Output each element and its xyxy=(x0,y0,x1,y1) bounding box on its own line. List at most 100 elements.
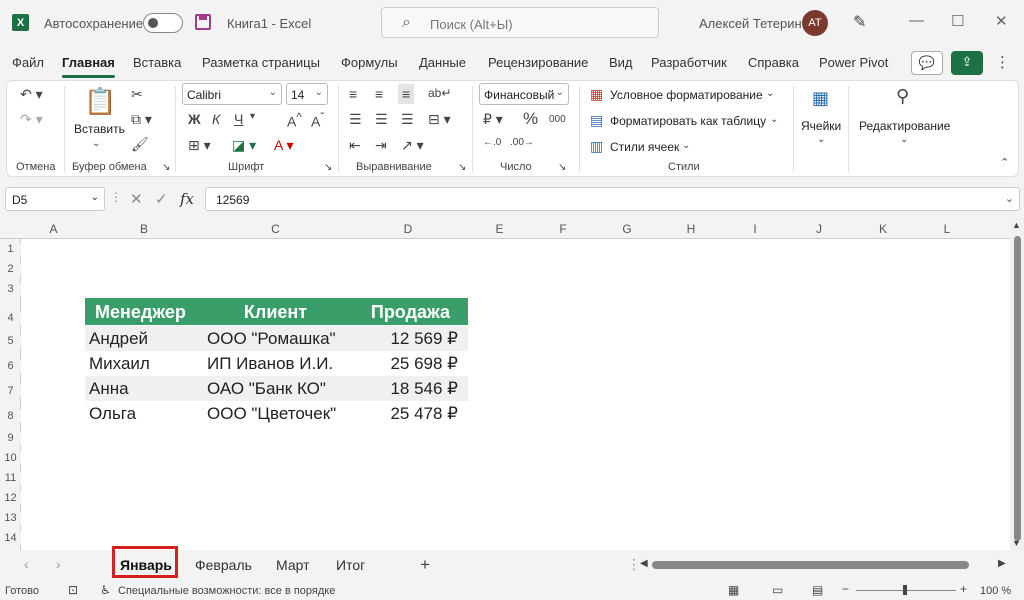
manager-cell[interactable]: Анна xyxy=(89,379,129,399)
column-header[interactable]: I xyxy=(723,222,787,236)
align-middle-icon[interactable]: ≡ xyxy=(375,86,383,102)
tab-data[interactable]: Данные xyxy=(419,55,466,70)
column-header[interactable]: J xyxy=(787,222,851,236)
scroll-down-icon[interactable]: ▼ xyxy=(1012,538,1021,548)
row-header[interactable]: 13 xyxy=(0,512,21,524)
percent-icon[interactable]: % xyxy=(523,109,538,129)
cells-button[interactable]: Ячейки xyxy=(801,119,841,133)
tab-page-layout[interactable]: Разметка страницы xyxy=(202,55,320,70)
column-header[interactable]: E xyxy=(468,222,531,236)
client-cell[interactable]: ИП Иванов И.И. xyxy=(207,354,333,374)
copy-icon[interactable]: ⧉ ▾ xyxy=(131,111,152,128)
table-header[interactable]: Менеджер xyxy=(85,298,203,325)
row-header[interactable]: 11 xyxy=(0,472,21,484)
paste-dropdown-icon[interactable]: ⌄ xyxy=(92,138,100,149)
paste-label[interactable]: Вставить xyxy=(74,122,125,136)
column-header[interactable]: L xyxy=(915,222,979,236)
row-header[interactable]: 8 xyxy=(0,410,21,422)
sale-cell[interactable]: 25 478 ₽ xyxy=(390,404,458,424)
prev-sheet-icon[interactable]: ‹ xyxy=(24,556,29,572)
column-header[interactable]: K xyxy=(851,222,915,236)
next-sheet-icon[interactable]: › xyxy=(56,556,61,572)
table-row[interactable]: Михаил ИП Иванов И.И. 25 698 ₽ xyxy=(85,351,468,376)
tab-home[interactable]: Главная xyxy=(62,55,115,78)
orientation-icon[interactable]: ↗ ▾ xyxy=(401,137,424,154)
fill-color-icon[interactable]: ◪ ▾ xyxy=(232,137,256,154)
zoom-slider-thumb[interactable] xyxy=(903,585,907,595)
accessibility-icon[interactable]: ♿ xyxy=(100,583,111,597)
italic-button[interactable]: К xyxy=(212,111,220,127)
search-box[interactable]: ⌕ Поиск (Alt+Ы) xyxy=(381,7,659,38)
paste-icon[interactable]: 📋 xyxy=(84,86,116,117)
enter-icon[interactable]: ✓ xyxy=(155,190,168,208)
tab-insert[interactable]: Вставка xyxy=(133,55,181,70)
cut-icon[interactable]: ✂ xyxy=(131,86,143,103)
undo-icon[interactable]: ↶ ▾ xyxy=(20,86,43,103)
increase-indent-icon[interactable]: ⇥ xyxy=(375,137,387,154)
font-name-select[interactable]: Calibri ⌄ xyxy=(182,83,282,105)
macro-record-icon[interactable]: ⊡ xyxy=(68,583,78,597)
increase-decimal-icon[interactable]: ←.0 xyxy=(483,137,501,148)
table-row[interactable]: Андрей ООО "Ромашка" 12 569 ₽ xyxy=(85,326,468,351)
borders-icon[interactable]: ⊞ ▾ xyxy=(188,137,211,154)
autosave-toggle[interactable] xyxy=(143,13,183,33)
row-header[interactable]: 12 xyxy=(0,492,21,504)
save-icon[interactable] xyxy=(195,14,211,30)
add-sheet-icon[interactable]: + xyxy=(420,555,430,575)
table-row[interactable]: Анна ОАО "Банк КО" 18 546 ₽ xyxy=(85,376,468,401)
minimize-icon[interactable]: — xyxy=(909,12,924,29)
align-right-icon[interactable]: ☰ xyxy=(401,111,414,128)
table-row[interactable]: Ольга ООО "Цветочек" 25 478 ₽ xyxy=(85,401,468,426)
tab-developer[interactable]: Разработчик xyxy=(651,55,727,70)
sheet-tab-total[interactable]: Итог xyxy=(336,557,365,573)
scroll-left-icon[interactable]: ◀ xyxy=(640,558,648,569)
align-top-icon[interactable]: ≡ xyxy=(349,86,357,102)
sale-cell[interactable]: 25 698 ₽ xyxy=(390,354,458,374)
comments-button[interactable]: 💬 xyxy=(911,51,943,75)
row-header[interactable]: 6 xyxy=(0,360,21,372)
accounting-icon[interactable]: ₽ ▾ xyxy=(483,111,503,128)
row-header[interactable]: 14 xyxy=(0,532,21,544)
format-painter-icon[interactable]: 🖌 xyxy=(131,136,149,153)
column-header[interactable]: G xyxy=(595,222,659,236)
column-header[interactable]: D xyxy=(348,222,468,236)
cancel-icon[interactable]: ✕ xyxy=(130,190,143,208)
sheet-tab-march[interactable]: Март xyxy=(276,557,310,573)
tab-formulas[interactable]: Формулы xyxy=(341,55,398,70)
accessibility-status[interactable]: Специальные возможности: все в порядке xyxy=(118,585,335,597)
column-header[interactable]: B xyxy=(85,222,203,236)
alignment-launcher-icon[interactable]: ↘ xyxy=(458,162,466,173)
row-header[interactable]: 4 xyxy=(0,312,21,324)
close-icon[interactable]: ✕ xyxy=(995,12,1008,30)
page-break-view-icon[interactable]: ▤ xyxy=(812,583,823,597)
thousands-separator-icon[interactable]: 000 xyxy=(549,114,566,125)
horizontal-scroll-thumb[interactable] xyxy=(652,561,969,569)
zoom-out-icon[interactable]: − xyxy=(842,582,849,596)
collapse-ribbon-icon[interactable]: ⌃ xyxy=(1000,156,1009,169)
client-cell[interactable]: ООО "Цветочек" xyxy=(207,404,336,424)
decrease-indent-icon[interactable]: ⇤ xyxy=(349,137,361,154)
clipboard-launcher-icon[interactable]: ↘ xyxy=(162,162,170,173)
row-header[interactable]: 7 xyxy=(0,385,21,397)
column-header[interactable]: A xyxy=(22,222,85,236)
manager-cell[interactable]: Ольга xyxy=(89,404,136,424)
align-bottom-icon[interactable]: ≡ xyxy=(398,84,415,104)
redo-icon[interactable]: ↷ ▾ xyxy=(20,111,43,128)
number-launcher-icon[interactable]: ↘ xyxy=(558,162,566,173)
underline-button[interactable]: Ч xyxy=(234,111,243,127)
row-header[interactable]: 2 xyxy=(0,263,21,275)
row-header[interactable]: 5 xyxy=(0,335,21,347)
client-cell[interactable]: ООО "Ромашка" xyxy=(207,329,336,349)
share-button[interactable]: ⇪ xyxy=(951,51,983,75)
zoom-level[interactable]: 100 % xyxy=(980,585,1011,597)
conditional-formatting-button[interactable]: Условное форматирование xyxy=(610,88,763,102)
format-as-table-button[interactable]: Форматировать как таблицу xyxy=(610,114,766,128)
font-size-select[interactable]: 14 ⌄ xyxy=(286,83,328,105)
pen-icon[interactable]: ✎ xyxy=(853,12,866,32)
row-header[interactable]: 9 xyxy=(0,432,21,444)
manager-cell[interactable]: Михаил xyxy=(89,354,150,374)
number-format-select[interactable]: Финансовый ⌄ xyxy=(479,83,569,105)
scroll-up-icon[interactable]: ▲ xyxy=(1012,220,1021,230)
insert-function-icon[interactable]: fx xyxy=(180,190,194,208)
sale-cell[interactable]: 12 569 ₽ xyxy=(390,329,458,349)
